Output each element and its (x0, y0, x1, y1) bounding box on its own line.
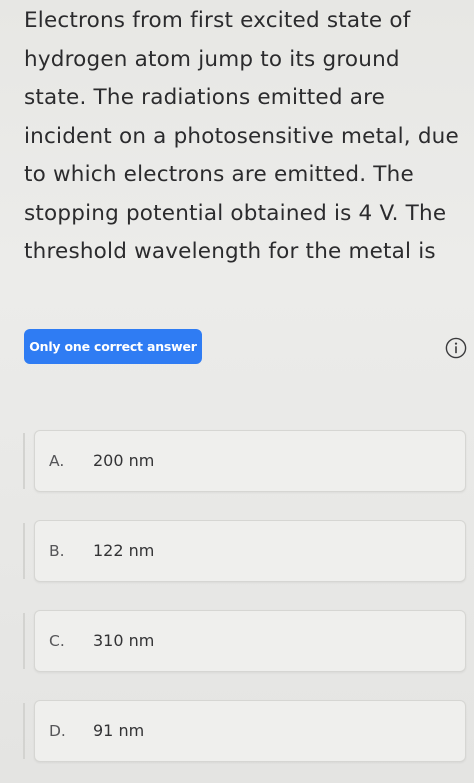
option-letter: D. (49, 722, 66, 740)
option-b[interactable]: B. 122 nm (23, 520, 466, 582)
question-text: Electrons from first excited state of hy… (24, 8, 459, 264)
option-text: 200 nm (93, 451, 155, 470)
option-c[interactable]: C. 310 nm (23, 610, 466, 672)
info-icon[interactable] (445, 337, 467, 359)
answer-type-badge: Only one correct answer (24, 329, 202, 364)
option-text: 91 nm (93, 721, 145, 740)
option-d[interactable]: D. 91 nm (23, 700, 466, 762)
option-edge (23, 703, 25, 759)
option-edge (23, 613, 25, 669)
option-text: 310 nm (93, 631, 155, 650)
option-letter: A. (49, 452, 65, 470)
option-edge (23, 523, 25, 579)
option-text: 122 nm (93, 541, 155, 560)
option-letter: C. (49, 632, 65, 650)
option-edge (23, 433, 25, 489)
option-a[interactable]: A. 200 nm (23, 430, 466, 492)
option-letter: B. (49, 542, 65, 560)
